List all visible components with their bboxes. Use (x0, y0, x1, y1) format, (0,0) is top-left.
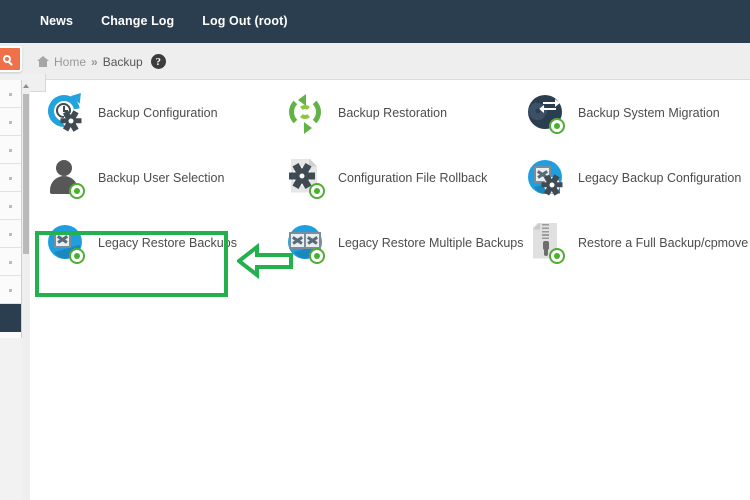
status-badge (69, 182, 85, 199)
topnav-change-log[interactable]: Change Log (101, 0, 174, 43)
feature-label: Restore a Full Backup/cpmove File (578, 235, 750, 250)
status-badge (549, 117, 565, 134)
feature-label: Legacy Backup Configuration (578, 170, 742, 185)
feature-restore-full-backup-cpmove[interactable]: Restore a Full Backup/cpmove File (526, 210, 750, 275)
status-badge (69, 247, 85, 264)
feature-legacy-restore-backups[interactable]: Legacy Restore Backups (46, 210, 286, 275)
breadcrumb: Home » Backup ? (37, 43, 166, 80)
feature-backup-restoration[interactable]: Backup Restoration (286, 80, 526, 145)
legacy-restore-multiple-backups-icon (286, 221, 326, 265)
search-button[interactable] (0, 46, 22, 72)
legacy-backup-configuration-icon (526, 156, 566, 200)
feature-label: Legacy Restore Backups (98, 235, 237, 250)
feature-legacy-restore-multiple-backups[interactable]: Legacy Restore Multiple Backups (286, 210, 526, 275)
main-content: Backup Configuration Backup Restoration … (41, 80, 750, 500)
backup-configuration-icon (41, 88, 87, 135)
breadcrumb-home-link[interactable]: Home (54, 55, 86, 69)
search-icon (3, 55, 11, 63)
breadcrumb-separator: » (91, 54, 98, 69)
topnav-log-out[interactable]: Log Out (root) (202, 0, 287, 43)
sidebar-gutter (30, 80, 46, 500)
feature-label: Backup System Migration (578, 105, 720, 120)
sidebar-list-item[interactable] (0, 220, 21, 248)
feature-label: Legacy Restore Multiple Backups (338, 235, 524, 250)
feature-label: Backup Restoration (338, 105, 448, 120)
breadcrumb-current-page[interactable]: Backup (103, 55, 143, 69)
sidebar-list-item[interactable] (0, 108, 21, 136)
sidebar-list-item[interactable] (0, 80, 21, 108)
sidebar-list-item-selected[interactable] (0, 304, 21, 332)
top-navigation-bar: News Change Log Log Out (root) (0, 0, 750, 43)
breadcrumb-bar: Home » Backup ? (0, 43, 750, 80)
feature-label: Backup Configuration (98, 105, 218, 120)
help-circle-icon[interactable]: ? (150, 54, 166, 69)
backup-restoration-icon (286, 91, 326, 135)
status-badge (549, 247, 565, 264)
feature-grid: Backup Configuration Backup Restoration … (41, 80, 750, 275)
feature-label: Configuration File Rollback (338, 170, 488, 185)
feature-backup-configuration[interactable]: Backup Configuration (41, 80, 286, 145)
sidebar-list-item[interactable] (0, 136, 21, 164)
configuration-file-rollback-icon (286, 156, 326, 200)
sidebar-list-item[interactable] (0, 192, 21, 220)
topnav-news[interactable]: News (40, 0, 73, 43)
home-icon (37, 56, 49, 67)
feature-backup-user-selection[interactable]: Backup User Selection (46, 145, 286, 210)
legacy-restore-backups-icon (46, 221, 86, 265)
status-badge (309, 247, 325, 264)
status-badge (309, 182, 325, 199)
left-sidebar (0, 80, 30, 500)
restore-full-backup-cpmove-icon (526, 221, 566, 265)
backup-user-selection-icon (46, 156, 86, 200)
feature-label: Backup User Selection (98, 170, 225, 185)
cpanel-whm-backup-page: News Change Log Log Out (root) Home » Ba… (0, 0, 750, 500)
backup-system-migration-icon (526, 91, 566, 135)
sidebar-scrollbar[interactable] (22, 80, 30, 500)
sidebar-list-item[interactable] (0, 164, 21, 192)
scroll-up-arrow-icon[interactable] (23, 84, 29, 88)
sidebar-list-item[interactable] (0, 248, 21, 276)
feature-configuration-file-rollback[interactable]: Configuration File Rollback (286, 145, 526, 210)
feature-legacy-backup-configuration[interactable]: Legacy Backup Configuration (526, 145, 750, 210)
sidebar-list (0, 80, 22, 338)
sidebar-scrollbar-thumb[interactable] (23, 94, 29, 254)
feature-backup-system-migration[interactable]: Backup System Migration (526, 80, 750, 145)
sidebar-list-item[interactable] (0, 276, 21, 304)
